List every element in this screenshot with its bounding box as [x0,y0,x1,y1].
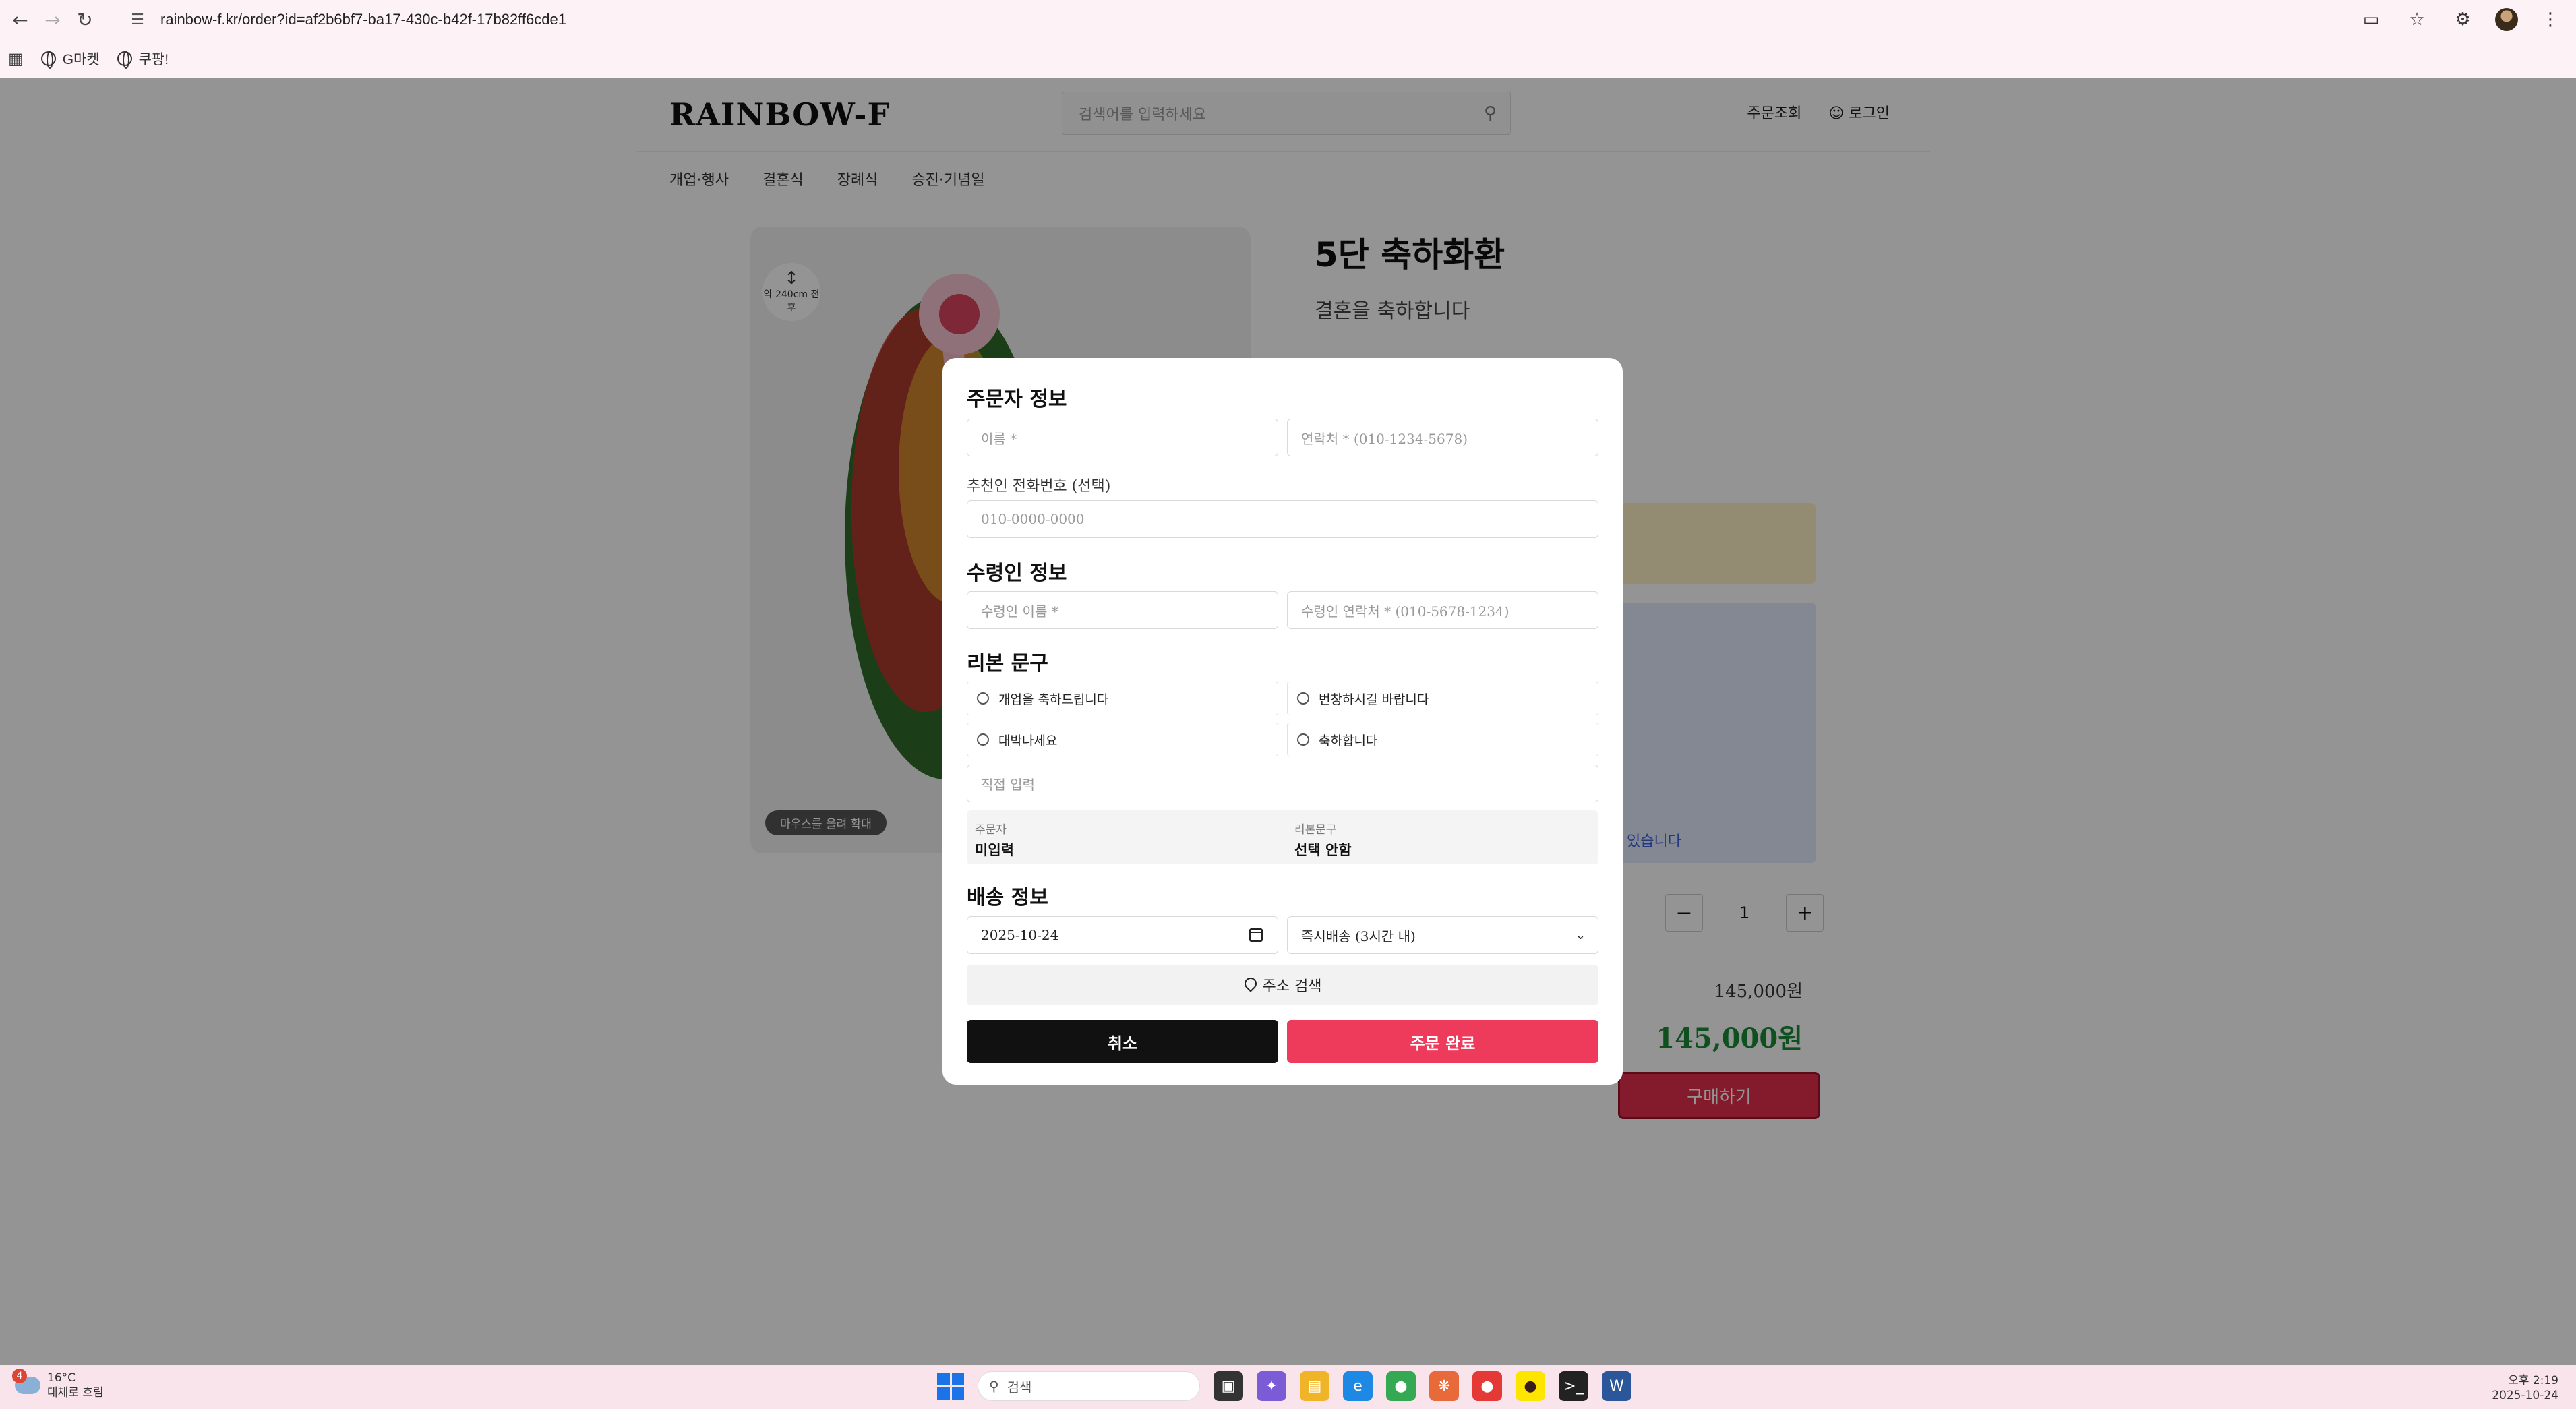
reload-icon[interactable]: ↻ [69,3,101,36]
forward-icon[interactable]: → [36,3,69,36]
bookmark-gmarket[interactable]: G마켓 [40,49,100,69]
referrer-phone-input[interactable]: 010-0000-0000 [967,500,1598,538]
recipient-name-input[interactable]: 수령인 이름 * [967,591,1278,629]
summary-orderer-label: 주문자 [975,823,1007,837]
address-search-button[interactable]: 주소 검색 [967,965,1598,1005]
edge-icon[interactable]: e [1343,1371,1373,1401]
orderer-name-input[interactable]: 이름 * [967,419,1278,456]
delivery-option-select[interactable]: 즉시배송 (3시간 내) ⌄ [1287,916,1598,954]
radio-icon [977,692,989,704]
custom-ribbon-input[interactable]: 직접 입력 [967,765,1598,802]
taskbar-search[interactable]: ⚲ 검색 [978,1371,1200,1401]
terminal-icon[interactable]: >_ [1559,1371,1588,1401]
weather-widget[interactable]: 4 16°C 대체로 흐림 [12,1369,104,1400]
orderer-phone-input[interactable]: 연락처 * (010-1234-5678) [1287,419,1598,456]
recipient-section-title: 수령인 정보 [967,562,1067,585]
bookmark-coupang[interactable]: 쿠팡! [117,49,169,69]
file-explorer-icon[interactable]: ▤ [1300,1371,1329,1401]
radio-icon [977,733,989,746]
radio-icon [1297,692,1309,704]
ribbon-option-congrats[interactable]: 축하합니다 [1287,723,1598,756]
radio-icon [1297,733,1309,746]
order-modal: 주문자 정보 이름 * 연락처 * (010-1234-5678) 추천인 전화… [942,358,1623,1085]
globe-icon [40,51,56,69]
chrome-icon[interactable]: ● [1386,1371,1416,1401]
bookmarks-bar: ▦ G마켓 쿠팡! [0,39,2576,78]
windows-taskbar: 4 16°C 대체로 흐림 ⚲ 검색 ▣ ✦ ▤ e ● ❋ ● ● >_ W … [0,1365,2576,1409]
address-bar[interactable]: rainbow-f.kr/order?id=af2b6bf7-ba17-430c… [160,11,566,28]
cancel-button[interactable]: 취소 [967,1020,1278,1063]
install-app-icon[interactable]: ▭ [2358,9,2385,30]
temperature: 16°C [47,1371,76,1385]
app-icon[interactable]: ● [1472,1371,1502,1401]
browser-toolbar: ← → ↻ ☰ rainbow-f.kr/order?id=af2b6bf7-b… [0,0,2576,39]
chevron-down-icon: ⌄ [1575,928,1586,942]
task-view-icon[interactable]: ▣ [1214,1371,1243,1401]
profile-avatar[interactable] [2495,8,2518,31]
cloud-icon: 4 [12,1369,40,1394]
ribbon-option-prosperity[interactable]: 번창하시길 바랍니다 [1287,682,1598,715]
summary-orderer-value: 미입력 [975,842,1014,858]
word-icon[interactable]: W [1602,1371,1631,1401]
taskbar-apps: ⚲ 검색 ▣ ✦ ▤ e ● ❋ ● ● >_ W [937,1371,1631,1401]
search-icon: ⚲ [989,1378,999,1394]
apps-grid-icon[interactable]: ▦ [8,49,24,68]
ribbon-section-title: 리본 문구 [967,652,1048,676]
complete-order-button[interactable]: 주문 완료 [1287,1020,1598,1063]
more-menu-icon[interactable]: ⋮ [2537,9,2564,30]
recipient-phone-input[interactable]: 수령인 연락처 * (010-5678-1234) [1287,591,1598,629]
location-pin-icon [1244,978,1256,992]
bookmark-star-icon[interactable]: ☆ [2403,9,2430,30]
copilot-icon[interactable]: ✦ [1257,1371,1286,1401]
ribbon-option-opening[interactable]: 개업을 축하드립니다 [967,682,1278,715]
extensions-icon[interactable]: ⚙ [2449,9,2476,30]
delivery-date-input[interactable]: 2025-10-24 [967,916,1278,954]
summary-ribbon-label: 리본문구 [1294,823,1337,837]
windows-start-icon[interactable] [937,1373,964,1400]
site-settings-icon[interactable]: ☰ [128,10,147,29]
globe-icon [117,51,132,69]
calendar-icon[interactable] [1249,928,1263,942]
order-summary: 주문자 미입력 리본문구 선택 안함 [967,810,1598,864]
weather-desc: 대체로 흐림 [47,1386,104,1400]
weather-badge: 4 [12,1369,27,1383]
kakaotalk-icon[interactable]: ● [1516,1371,1545,1401]
system-clock[interactable]: 오후 2:19 2025-10-24 [2492,1373,2558,1403]
back-icon[interactable]: ← [4,3,36,36]
browser-actions: ▭ ☆ ⚙ ⋮ [2358,3,2564,36]
ribbon-option-jackpot[interactable]: 대박나세요 [967,723,1278,756]
claude-icon[interactable]: ❋ [1429,1371,1459,1401]
orderer-section-title: 주문자 정보 [967,388,1067,411]
summary-ribbon-value: 선택 안함 [1294,842,1352,858]
delivery-section-title: 배송 정보 [967,886,1048,909]
referrer-label: 추천인 전화번호 (선택) [967,478,1111,495]
